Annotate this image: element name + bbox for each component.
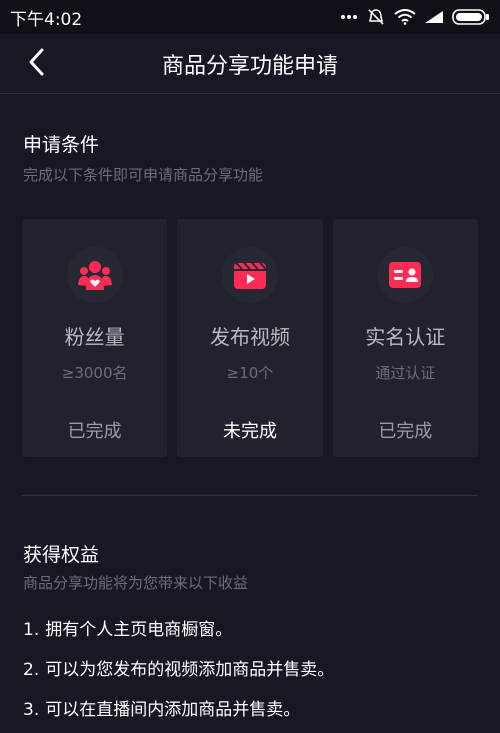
- card-status: 已完成: [378, 421, 433, 442]
- card-name: 发布视频: [209, 325, 290, 349]
- card-status: 未完成: [222, 421, 277, 442]
- benefits-list: 1. 拥有个人主页电商橱窗。 2. 可以为您发布的视频添加商品并售卖。 3. 可以在直…: [23, 613, 483, 733]
- id-card-icon: [377, 247, 434, 303]
- battery-icon: [452, 9, 490, 25]
- video-icon: [221, 247, 278, 303]
- card-requirement: ≥10个: [226, 364, 274, 382]
- list-item: 1. 拥有个人主页电商橱窗。: [23, 613, 483, 653]
- page-title: 商品分享功能申请: [161, 54, 338, 79]
- list-item: 2. 可以为您发布的视频添加商品并售卖。: [23, 653, 483, 693]
- card-requirement: ≥3000名: [61, 364, 128, 382]
- signal-icon: [424, 10, 444, 24]
- mute-icon: [366, 7, 386, 27]
- fans-icon: [66, 247, 123, 303]
- list-item: 3. 可以在直播间内添加商品并售卖。: [23, 693, 483, 733]
- list-item-number: 1.: [23, 620, 40, 640]
- condition-card-videos: 发布视频 ≥10个 未完成: [177, 219, 323, 457]
- card-requirement: 通过认证: [375, 364, 436, 382]
- status-icons: [340, 7, 490, 27]
- more-dots-icon: [340, 14, 358, 20]
- list-item-text: 可以在直播间内添加商品并售卖。: [45, 700, 301, 720]
- chevron-left-icon: [27, 48, 45, 80]
- benefits-subtitle: 商品分享功能将为您带来以下收益: [23, 574, 249, 592]
- list-item-text: 拥有个人主页电商橱窗。: [45, 620, 233, 640]
- list-item-number: 2.: [23, 660, 40, 680]
- condition-cards: 粉丝量 ≥3000名 已完成 发布视频 ≥10个 未完成 实名认证 通过认证 已…: [22, 219, 478, 457]
- card-name: 粉丝量: [64, 325, 125, 349]
- condition-card-fans: 粉丝量 ≥3000名 已完成: [22, 219, 168, 457]
- section-divider: [22, 495, 478, 496]
- list-item-number: 3.: [23, 700, 40, 720]
- nav-bar: 商品分享功能申请: [0, 34, 500, 94]
- list-item-text: 可以为您发布的视频添加商品并售卖。: [45, 660, 335, 680]
- card-name: 实名认证: [365, 325, 446, 349]
- benefits-title: 获得权益: [23, 544, 100, 566]
- condition-card-realname: 实名认证 通过认证 已完成: [332, 219, 478, 457]
- status-time: 下午4:02: [10, 9, 83, 30]
- card-status: 已完成: [67, 421, 122, 442]
- back-button[interactable]: [18, 46, 54, 82]
- conditions-title: 申请条件: [23, 134, 100, 156]
- status-bar: 下午4:02: [0, 0, 500, 34]
- conditions-subtitle: 完成以下条件即可申请商品分享功能: [23, 166, 264, 184]
- wifi-icon: [394, 9, 416, 25]
